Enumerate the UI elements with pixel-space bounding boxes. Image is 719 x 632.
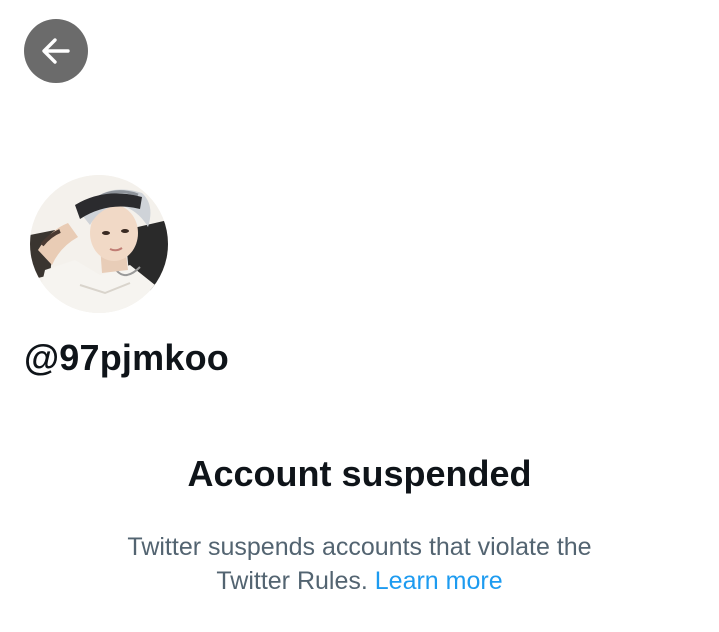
- back-button[interactable]: [24, 19, 88, 83]
- empty-state-title: Account suspended: [187, 453, 532, 494]
- arrow-left-icon: [38, 33, 74, 69]
- learn-more-link[interactable]: Learn more: [375, 567, 503, 595]
- avatar[interactable]: [30, 175, 168, 313]
- empty-state-description: Twitter suspends accounts that violate t…: [90, 530, 630, 598]
- profile-handle: @97pjmkoo: [24, 337, 229, 378]
- empty-state-text: Twitter suspends accounts that violate t…: [127, 533, 592, 595]
- account-suspended-notice: Account suspended Twitter suspends accou…: [0, 450, 719, 598]
